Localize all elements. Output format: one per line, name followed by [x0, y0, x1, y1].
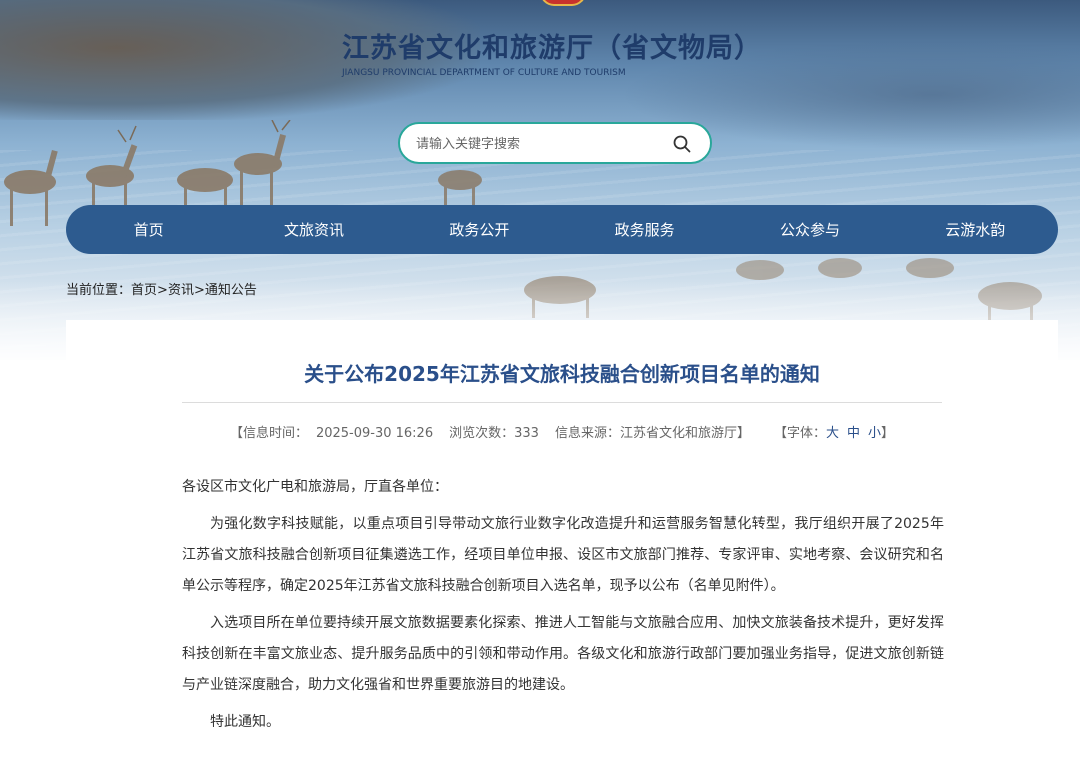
breadcrumb-link-news[interactable]: 资讯 [168, 283, 194, 298]
font-size-large[interactable]: 大 [826, 426, 839, 441]
article-meta: 【信息时间： 2025-09-30 16:26 浏览次数：333 信息来源：江苏省文化… [66, 422, 1058, 441]
breadcrumb-link-home[interactable]: 首页 [131, 283, 157, 298]
article-card: 关于公布2025年江苏省文旅科技融合创新项目名单的通知 【信息时间： 2025-0… [66, 320, 1058, 760]
meta-source-label: 信息来源： [554, 426, 620, 441]
closing-line: 特此通知。 [210, 714, 280, 730]
site-title: 江苏省文化和旅游厅（省文物局） [342, 33, 762, 64]
article-paragraph: 为强化数字科技赋能，以重点项目引导带动文旅行业数字化改造提升和运营服务智慧化转型… [182, 516, 944, 594]
breadcrumb-separator: > [157, 283, 168, 298]
deer-illustration [420, 160, 500, 210]
meta-font-label: 【字体： [773, 426, 826, 441]
breadcrumb-link-notices[interactable]: 通知公告 [205, 283, 257, 298]
nav-item-government-affairs[interactable]: 政务公开 [397, 205, 562, 254]
nav-item-government-services[interactable]: 政务服务 [562, 205, 727, 254]
breadcrumb-separator: > [193, 283, 205, 298]
nav-item-news[interactable]: 文旅资讯 [231, 205, 396, 254]
salutation: 各设区市文化广电和旅游局，厅直各单位： [182, 479, 448, 495]
main-nav: 首页 文旅资讯 政务公开 政务服务 公众参与 云游水韵 [66, 205, 1058, 254]
breadcrumb-prefix: 当前位置： [66, 283, 132, 298]
meta-views-label: 浏览次数： [449, 426, 515, 441]
font-size-small[interactable]: 小 [868, 426, 881, 441]
article-paragraph: 入选项目所在单位要持续开展文旅数据要素化探索、推进人工智能与文旅融合应用、加快文… [182, 615, 944, 693]
meta-time: 2025-09-30 16:26 [315, 426, 434, 441]
search-icon[interactable] [672, 134, 692, 154]
meta-font-close: 】 [881, 426, 895, 441]
breadcrumb: 当前位置：首页>资讯>通知公告 [66, 279, 257, 298]
search-bar [398, 122, 712, 164]
meta-source: 江苏省文化和旅游厅】 [619, 426, 750, 441]
nav-item-virtual-tour[interactable]: 云游水韵 [893, 205, 1058, 254]
meta-views: 333 [514, 426, 539, 441]
search-input[interactable] [416, 134, 656, 154]
nav-item-public-participation[interactable]: 公众参与 [727, 205, 892, 254]
title-divider [182, 402, 942, 403]
nav-item-home[interactable]: 首页 [66, 205, 231, 254]
article-title: 关于公布2025年江苏省文旅科技融合创新项目名单的通知 [304, 362, 820, 386]
article-body: 各设区市文化广电和旅游局，厅直各单位： 为强化数字科技赋能，以重点项目引导带动文… [182, 472, 944, 744]
meta-time-label: 【信息时间： [229, 426, 308, 441]
font-size-medium[interactable]: 中 [847, 426, 860, 441]
site-subtitle: JIANGSU PROVINCIAL DEPARTMENT OF CULTURE… [342, 68, 626, 78]
